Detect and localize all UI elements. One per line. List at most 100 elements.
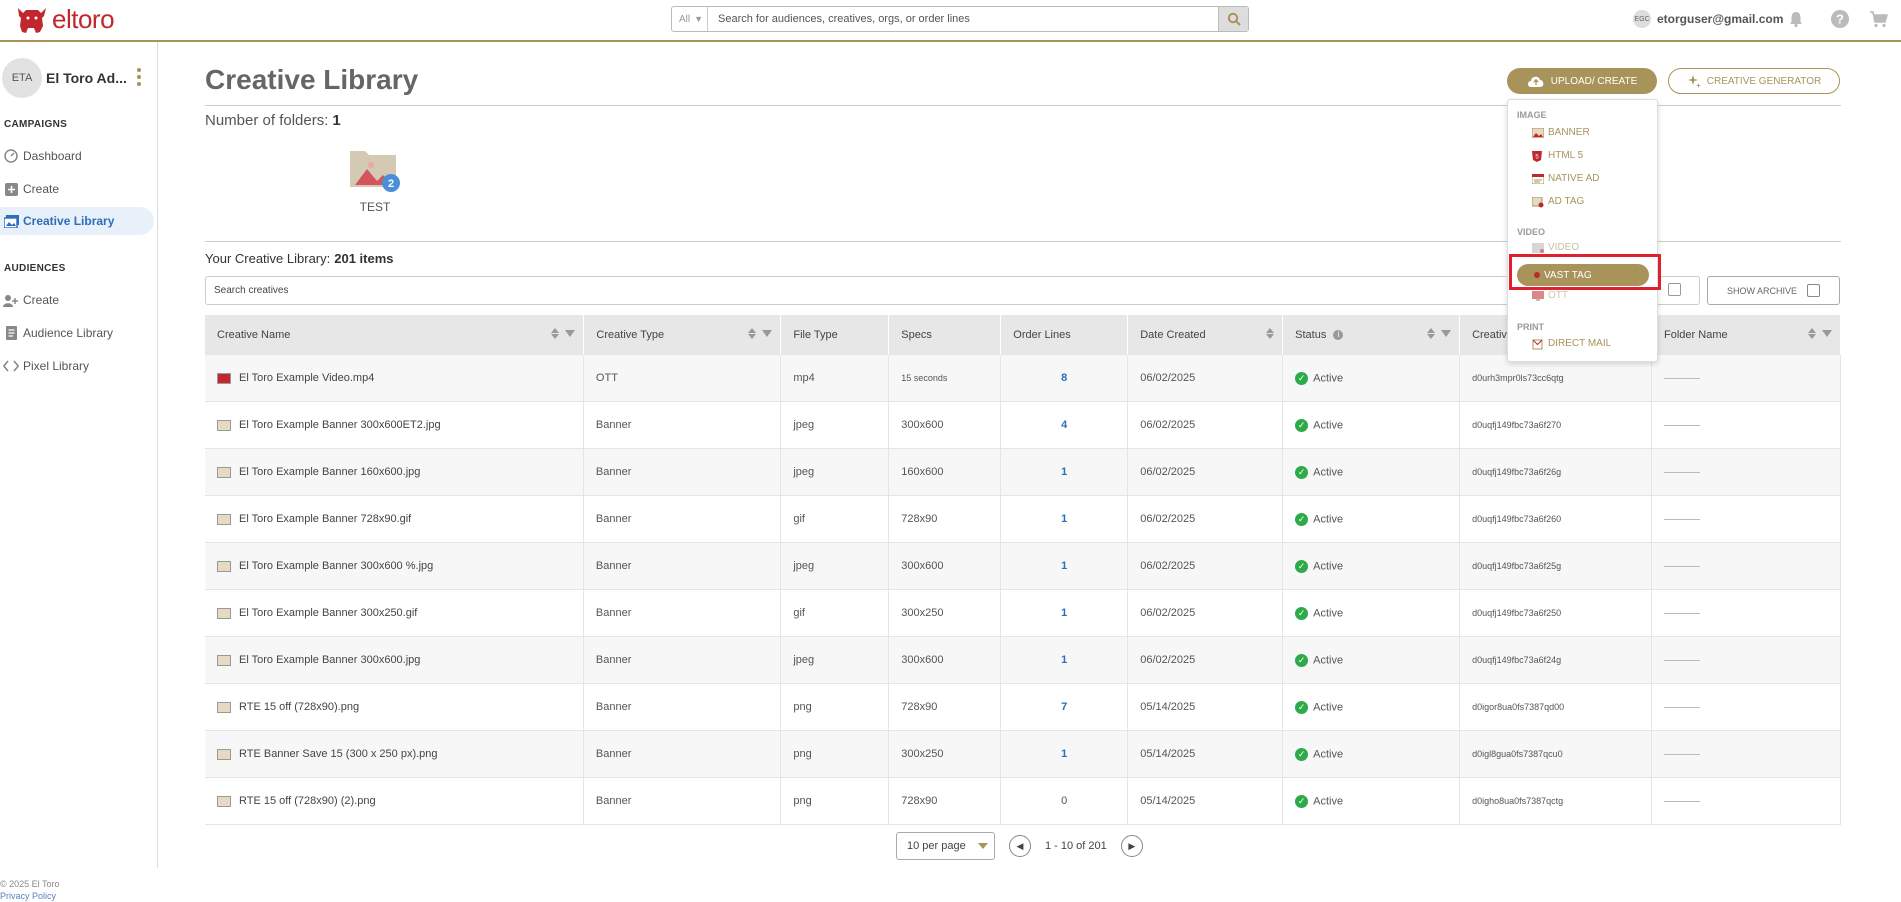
cell-order-lines[interactable]: 1 [1000,589,1129,637]
cell-specs: 160x600 [888,448,1002,496]
menu-item-native-ad[interactable]: NATIVE AD [1531,173,1600,184]
table-row[interactable]: El Toro Example Banner 160x600.jpg Banner… [205,448,1841,496]
cell-order-lines[interactable]: 1 [1000,495,1129,543]
per-page-select[interactable]: 10 per page [896,832,995,860]
sidebar-item-pixel-library[interactable]: Pixel Library [0,352,154,380]
cell-creative-name[interactable]: El Toro Example Video.mp4 [205,355,584,401]
help-button[interactable]: ? [1828,7,1852,31]
cell-order-lines[interactable]: 1 [1000,542,1129,590]
sidebar-item-dashboard[interactable]: Dashboard [0,142,154,170]
column-header-creative-name[interactable]: Creative Name [205,315,585,355]
cell-file-type: png [780,777,890,825]
sort-icon[interactable] [748,328,757,339]
table-row[interactable]: El Toro Example Banner 300x600.jpg Banner… [205,636,1841,684]
sidebar-item-create-audience[interactable]: Create [0,286,154,314]
cell-creative-type: Banner [583,636,782,684]
search-button[interactable] [1218,7,1248,31]
cell-creative-name[interactable]: El Toro Example Banner 300x250.gif [205,590,584,636]
table-row[interactable]: RTE Banner Save 15 (300 x 250 px).png Ban… [205,730,1841,778]
cell-order-lines[interactable]: 1 [1000,448,1129,496]
cell-order-lines[interactable]: 4 [1000,401,1129,449]
cell-creative-name[interactable]: El Toro Example Banner 728x90.gif [205,496,584,542]
table-row[interactable]: El Toro Example Banner 300x600 %.jpg Bann… [205,542,1841,590]
sidebar-item-creative-library[interactable]: Creative Library [0,207,154,235]
table-row[interactable]: RTE 15 off (728x90) (2).png Banner png 728x… [205,777,1841,825]
sort-icon[interactable] [1427,328,1436,339]
creative-generator-button[interactable]: CREATIVE GENERATOR [1668,68,1840,94]
cell-creative-id: d0uqfj149fbc73a6f250 [1459,589,1653,637]
table-row[interactable]: El Toro Example Banner 300x250.gif Banner… [205,589,1841,637]
folders-count-label: Number of folders: [205,112,329,129]
image-thumbnail-icon [217,701,231,713]
kebab-menu-icon[interactable] [137,68,143,89]
cell-creative-name[interactable]: El Toro Example Banner 160x600.jpg [205,449,584,495]
previous-page-button[interactable]: ◀ [1009,835,1031,857]
cell-order-lines[interactable]: 8 [1000,355,1129,402]
column-header-folder-name[interactable]: Folder Name [1651,315,1841,355]
cell-date-created: 05/14/2025 [1127,683,1284,731]
table-row[interactable]: RTE 15 off (728x90).png Banner png 728x90 7 0… [205,683,1841,731]
cell-status: ✓ Active [1282,589,1461,637]
cell-creative-type: Banner [583,401,782,449]
sort-icon[interactable] [1266,328,1275,339]
search-scope-select[interactable]: All ▼ [672,7,708,31]
cell-creative-name[interactable]: El Toro Example Banner 300x600.jpg [205,637,584,683]
sort-icon[interactable] [551,328,560,339]
filter-checkbox[interactable] [1668,283,1681,296]
search-scope-label: All [679,13,691,25]
sidebar-item-audience-library[interactable]: Audience Library [0,319,154,347]
info-icon[interactable]: i [1333,330,1344,341]
next-page-button[interactable]: ▶ [1120,835,1143,857]
folder-item[interactable]: 2 TEST [344,145,406,214]
cell-status: ✓ Active [1282,636,1461,684]
column-header-creative-type[interactable]: Creative Type [583,315,782,355]
table-row[interactable]: El Toro Example Banner 300x600ET2.jpg Ban… [205,401,1841,449]
filter-icon[interactable] [565,330,576,337]
cell-order-lines[interactable]: 1 [1000,636,1129,684]
cell-creative-name[interactable]: El Toro Example Banner 300x600 %.jpg [205,543,584,589]
privacy-policy-link[interactable]: Privacy Policy [0,890,60,902]
empty-value-dash [1664,565,1701,567]
notifications-button[interactable] [1784,7,1808,31]
filter-icon[interactable] [1441,330,1452,337]
cell-creative-name[interactable]: RTE 15 off (728x90) (2).png [205,778,584,824]
menu-item-direct-mail[interactable]: DIRECT MAIL [1532,338,1611,349]
table-row[interactable]: El Toro Example Banner 728x90.gif Banner g… [205,495,1841,543]
status-text: Active [1313,747,1344,760]
search-icon [1227,12,1241,26]
check-circle-icon: ✓ [1295,512,1309,526]
show-archive-toggle[interactable]: SHOW ARCHIVE [1707,276,1840,305]
sidebar-item-create-campaign[interactable]: Create [0,175,154,203]
footer: © 2025 El Toro Privacy Policy [0,878,60,902]
cell-creative-name[interactable]: RTE Banner Save 15 (300 x 250 px).png [205,731,584,777]
user-menu[interactable]: EGC etorguser@gmail.com [1633,10,1783,28]
search-creatives-input[interactable]: Search creatives [205,276,1700,305]
native-ad-icon [1531,173,1545,184]
logo[interactable]: eltoro [14,2,115,36]
cell-order-lines[interactable]: 7 [1000,683,1129,731]
show-archive-checkbox[interactable] [1807,284,1820,297]
cell-creative-name[interactable]: El Toro Example Banner 300x600ET2.jpg [205,402,584,448]
check-circle-icon: ✓ [1295,465,1309,479]
menu-item-ad-tag[interactable]: AD TAG [1531,196,1584,207]
search-input[interactable]: Search for audiences, creatives, orgs, o… [708,13,1218,25]
menu-section-image: IMAGE [1517,110,1547,120]
cell-order-lines[interactable]: 1 [1000,730,1129,778]
org-switcher[interactable]: ETA El Toro Ad... [0,54,158,102]
menu-item-banner[interactable]: BANNER [1531,127,1590,138]
filter-icon[interactable] [1822,330,1832,337]
image-thumbnail-icon [217,607,231,619]
menu-item-ott[interactable]: OTT [1532,290,1568,301]
status-text: Active [1313,653,1344,666]
upload-create-button[interactable]: UPLOAD/ CREATE [1507,68,1657,94]
column-header-status[interactable]: Status i [1282,315,1461,355]
sort-icon[interactable] [1808,328,1816,339]
cell-specs: 300x600 [888,401,1002,449]
menu-item-video[interactable]: VIDEO [1532,242,1579,253]
filter-icon[interactable] [762,330,773,337]
image-thumbnail-icon [217,466,231,478]
cart-button[interactable] [1867,7,1891,31]
column-header-date-created[interactable]: Date Created [1127,315,1284,355]
menu-item-html5[interactable]: 5 HTML 5 [1532,150,1583,162]
cell-creative-name[interactable]: RTE 15 off (728x90).png [205,684,584,730]
